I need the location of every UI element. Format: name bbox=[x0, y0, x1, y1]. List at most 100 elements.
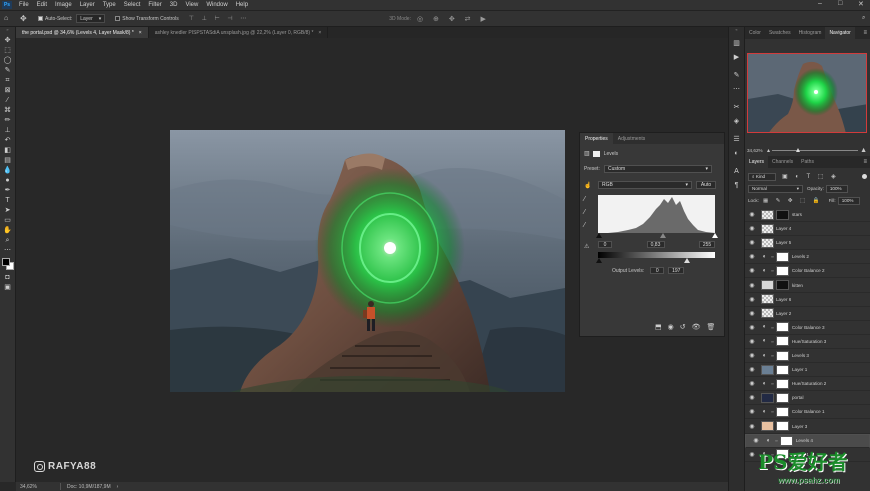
layer-mask-thumbnail[interactable] bbox=[775, 378, 789, 389]
menu-select[interactable]: Select bbox=[120, 2, 145, 8]
tab-properties[interactable]: Properties bbox=[580, 133, 613, 144]
black-eyedropper-icon[interactable]: ⁄ bbox=[584, 196, 585, 203]
output-black-handle[interactable] bbox=[596, 258, 602, 263]
search-icon[interactable]: ⌕ bbox=[862, 15, 865, 22]
brush-settings-icon[interactable]: ✎ bbox=[730, 69, 743, 81]
layer-row[interactable]: ◉ kitten bbox=[745, 279, 870, 293]
visibility-eye-icon[interactable]: ◉ bbox=[752, 437, 760, 445]
visibility-eye-icon[interactable]: ◉ bbox=[748, 352, 756, 360]
paragraph-panel-icon[interactable]: ¶ bbox=[730, 179, 743, 191]
layer-mask-thumbnail[interactable] bbox=[776, 364, 789, 375]
layer-mask-thumbnail[interactable] bbox=[776, 209, 789, 220]
blend-mode-dropdown[interactable]: Normal ▾ bbox=[748, 184, 803, 193]
panel-menu-icon[interactable]: ≡ bbox=[863, 30, 867, 36]
close-icon[interactable]: × bbox=[318, 30, 321, 36]
zoom-in-icon[interactable]: ▲ bbox=[860, 147, 867, 154]
layer-thumbnail[interactable] bbox=[761, 308, 774, 319]
layer-filter-icons[interactable]: ▣ ◐ T ⬚ ◈ bbox=[782, 173, 839, 180]
eyedropper-tool-icon[interactable]: ⁄ bbox=[2, 96, 13, 105]
3d-panel-icon[interactable]: ◈ bbox=[730, 115, 743, 127]
visibility-eye-icon[interactable]: ◉ bbox=[748, 394, 756, 402]
tab-unsplash-photo[interactable]: ashley knedler PISPSTASdiA unsplash.jpg … bbox=[149, 27, 329, 38]
link-icon[interactable]: ∞ bbox=[771, 339, 774, 344]
input-levels-slider[interactable] bbox=[596, 233, 718, 239]
close-icon[interactable]: × bbox=[139, 30, 142, 36]
visibility-eye-icon[interactable]: ◉ bbox=[748, 211, 756, 219]
gray-eyedropper-icon[interactable]: ⁄ bbox=[584, 209, 585, 216]
layer-thumbnail[interactable] bbox=[761, 223, 774, 234]
layer-thumbnail[interactable] bbox=[761, 237, 774, 248]
fill-field[interactable]: 100% bbox=[837, 196, 860, 205]
navigator-zoom-handle[interactable] bbox=[796, 147, 801, 152]
auto-select-dropdown[interactable]: Layer ▾ bbox=[76, 14, 106, 23]
layer-mask-thumbnail[interactable] bbox=[776, 421, 789, 431]
layer-mask-thumbnail[interactable] bbox=[775, 265, 789, 276]
type-tool-icon[interactable]: T bbox=[2, 196, 13, 205]
history-panel-icon[interactable]: ▥ bbox=[730, 37, 743, 49]
character-panel-icon[interactable]: A bbox=[730, 165, 743, 177]
layer-thumbnail[interactable] bbox=[761, 280, 774, 290]
visibility-eye-icon[interactable]: ◉ bbox=[748, 450, 756, 458]
chevron-right-icon[interactable]: › bbox=[117, 484, 119, 490]
visibility-eye-icon[interactable]: ◉ bbox=[748, 337, 756, 345]
channel-dropdown[interactable]: RGB ▾ bbox=[598, 181, 692, 189]
shape-tool-icon[interactable]: ▭ bbox=[2, 216, 13, 225]
menu-window[interactable]: Window bbox=[202, 2, 231, 8]
document-artwork[interactable] bbox=[170, 130, 565, 392]
navigator-preview[interactable] bbox=[747, 53, 867, 133]
tab-swatches[interactable]: Swatches bbox=[765, 27, 795, 39]
opacity-field[interactable]: 100% bbox=[825, 184, 848, 193]
pen-tool-icon[interactable]: ✒ bbox=[2, 186, 13, 195]
input-white-field[interactable]: 255 bbox=[699, 241, 715, 248]
quick-select-tool-icon[interactable]: ✎ bbox=[2, 66, 13, 75]
zoom-tool-icon[interactable]: ⌕ bbox=[2, 236, 13, 245]
layer-thumbnail[interactable] bbox=[761, 421, 774, 431]
visibility-eye-icon[interactable]: ◉ bbox=[748, 408, 756, 416]
tab-color[interactable]: Color bbox=[745, 27, 765, 39]
layer-mask-icon[interactable] bbox=[592, 150, 600, 157]
crop-tool-icon[interactable]: ⌗ bbox=[2, 76, 13, 85]
visibility-eye-icon[interactable]: ◉ bbox=[748, 267, 756, 275]
layer-mask-thumbnail[interactable] bbox=[776, 392, 789, 403]
layer-row[interactable]: ◉ ◐ ∞ Color Balance 3 bbox=[745, 321, 870, 335]
visibility-eye-icon[interactable]: ◉ bbox=[748, 295, 756, 303]
clip-to-layer-icon[interactable]: ⬒ bbox=[655, 323, 662, 331]
white-eyedropper-icon[interactable]: ⁄ bbox=[584, 222, 585, 229]
navigator-zoom-readout[interactable]: 34,62% bbox=[747, 148, 767, 153]
maximize-button[interactable]: □ bbox=[838, 0, 842, 7]
visibility-eye-icon[interactable]: ◉ bbox=[748, 309, 756, 317]
link-icon[interactable]: ∞ bbox=[771, 409, 774, 414]
menu-view[interactable]: View bbox=[181, 2, 202, 8]
layer-mask-thumbnail[interactable] bbox=[779, 435, 793, 446]
history-brush-tool-icon[interactable]: ↶ bbox=[2, 136, 13, 145]
eraser-tool-icon[interactable]: ◧ bbox=[2, 146, 13, 155]
layer-row[interactable]: ◉ ◐ ∞ Color Balance 1 bbox=[745, 405, 870, 420]
tab-paths[interactable]: Paths bbox=[797, 156, 818, 168]
layer-thumbnail[interactable] bbox=[761, 364, 774, 375]
menu-help[interactable]: Help bbox=[232, 2, 252, 8]
white-point-handle[interactable] bbox=[712, 233, 718, 238]
layer-row[interactable]: ◉ Layer 5 bbox=[745, 236, 870, 251]
output-white-handle[interactable] bbox=[684, 258, 690, 263]
adjustments-panel-icon[interactable]: ◐ bbox=[730, 147, 743, 159]
layer-row[interactable]: ◉ Layer 4 bbox=[745, 222, 870, 237]
layer-thumbnail[interactable] bbox=[761, 294, 774, 305]
path-selection-tool-icon[interactable]: ➤ bbox=[2, 206, 13, 215]
minimize-button[interactable]: – bbox=[818, 0, 822, 7]
link-icon[interactable]: ∞ bbox=[771, 268, 774, 273]
link-icon[interactable]: ∞ bbox=[775, 438, 778, 443]
3d-tools-icons[interactable]: ◎ ⊕ ✥ ⇄ ▶ bbox=[417, 15, 490, 23]
layer-row[interactable]: ◉ Layer 1 bbox=[745, 363, 870, 378]
brushes-panel-icon[interactable]: ⋯ bbox=[730, 83, 743, 95]
menu-file[interactable]: File bbox=[15, 2, 33, 8]
visibility-eye-icon[interactable]: ◉ bbox=[748, 225, 756, 233]
screen-mode-icon[interactable]: ▣ bbox=[2, 283, 13, 292]
layer-mask-thumbnail[interactable] bbox=[775, 322, 789, 333]
preset-dropdown[interactable]: Custom ▾ bbox=[604, 165, 712, 173]
link-icon[interactable]: ∞ bbox=[771, 353, 774, 358]
layer-row[interactable]: ◉ ◐ ∞ Hue/Saturation 2 bbox=[745, 377, 870, 392]
navigator-zoom-slider[interactable] bbox=[772, 147, 859, 152]
move-tool-icon[interactable]: ✥ bbox=[2, 36, 13, 45]
black-point-handle[interactable] bbox=[596, 233, 602, 238]
photoshop-logo[interactable]: Ps bbox=[2, 1, 12, 9]
